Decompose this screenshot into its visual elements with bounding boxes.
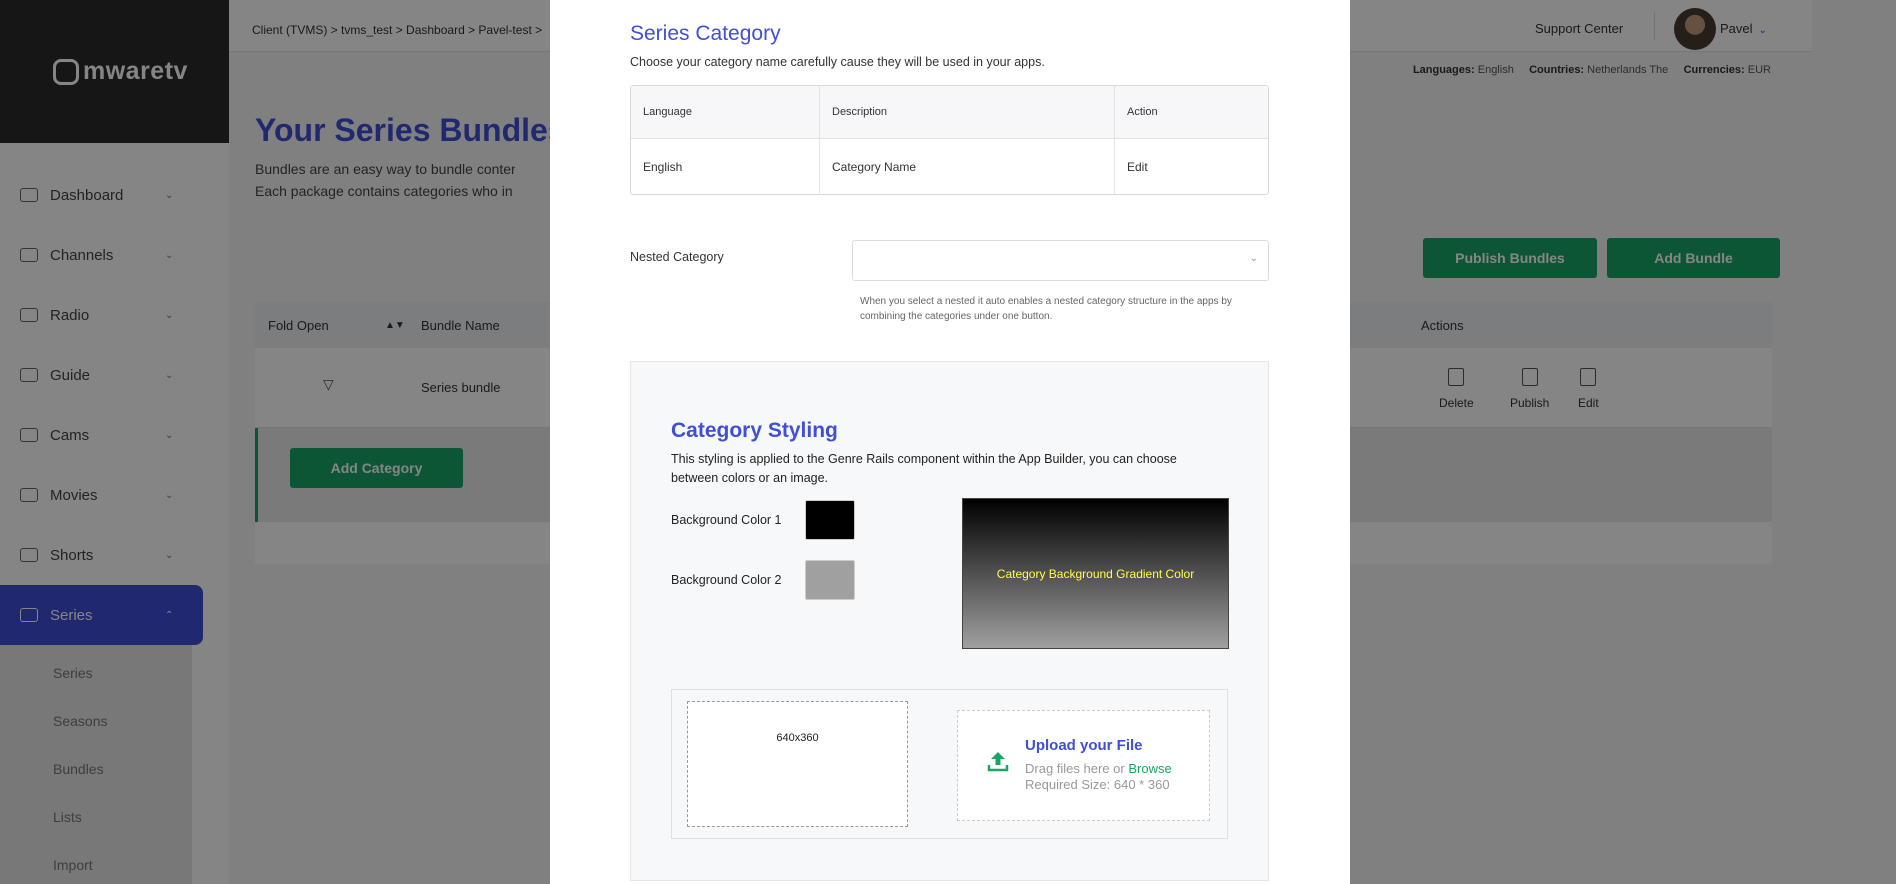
modal-title: Series Category	[630, 22, 781, 45]
upload-instructions: Drag files here or Browse Required Size:…	[1025, 761, 1172, 793]
upload-drag-text: Drag files here or	[1025, 761, 1125, 776]
series-category-modal: Series Category Choose your category nam…	[550, 0, 1350, 884]
language-table: Language Description Action English Cate…	[630, 85, 1269, 195]
language-cell: English	[643, 160, 683, 174]
column-header-language: Language	[643, 106, 692, 118]
bg-color-1-swatch[interactable]	[805, 500, 855, 540]
image-preview: 640x360	[687, 701, 908, 827]
gradient-preview-text: Category Background Gradient Color	[996, 566, 1195, 581]
column-divider	[1114, 86, 1115, 195]
image-upload-section: 640x360 Upload your File Drag files here…	[671, 689, 1228, 839]
chevron-down-icon: ⌄	[1249, 253, 1258, 264]
bg-color-2-swatch[interactable]	[805, 560, 855, 600]
styling-description: This styling is applied to the Genre Rai…	[671, 452, 1177, 485]
column-header-description: Description	[832, 106, 888, 118]
description-cell: Category Name	[832, 160, 917, 174]
category-styling-panel: Category Styling This styling is applied…	[630, 361, 1269, 881]
upload-title: Upload your File	[1025, 737, 1143, 754]
modal-subtitle: Choose your category name carefully caus…	[630, 55, 1045, 69]
column-header-action: Action	[1127, 106, 1158, 118]
styling-title: Category Styling	[671, 419, 838, 442]
upload-required-size: Required Size: 640 * 360	[1025, 777, 1170, 792]
language-table-header: Language Description Action	[631, 86, 1268, 139]
gradient-preview: Category Background Gradient Color	[962, 498, 1229, 649]
upload-icon	[987, 752, 1009, 772]
nested-category-label: Nested Category	[630, 250, 724, 264]
browse-link[interactable]: Browse	[1128, 761, 1171, 776]
column-divider	[819, 86, 820, 195]
bg-color-1-label: Background Color 1	[671, 513, 782, 527]
file-dropzone[interactable]: Upload your File Drag files here or Brow…	[957, 710, 1210, 821]
image-size-label: 640x360	[776, 732, 819, 744]
table-row: English Category Name Edit	[631, 139, 1268, 195]
nested-category-help: When you select a nested it auto enables…	[860, 296, 1232, 322]
edit-link[interactable]: Edit	[1127, 160, 1148, 174]
bg-color-2-label: Background Color 2	[671, 573, 782, 587]
nested-category-select[interactable]: ⌄	[852, 240, 1269, 281]
